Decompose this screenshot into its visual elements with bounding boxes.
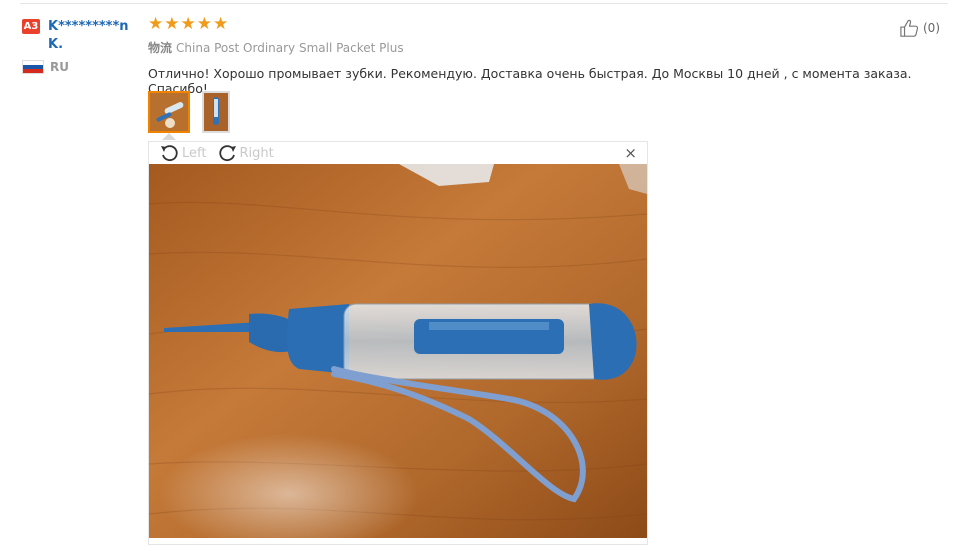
star-icon: ★ <box>180 14 196 34</box>
shipping-info: 物流 China Post Ordinary Small Packet Plus <box>148 39 938 56</box>
review-thumbnail-2[interactable] <box>202 91 230 133</box>
viewer-toolbar: Left Right × <box>149 142 647 164</box>
water-flosser-photo <box>149 164 647 538</box>
shipping-method: China Post Ordinary Small Packet Plus <box>176 41 404 55</box>
thumbnail-photo <box>204 93 228 131</box>
star-rating: ★ ★ ★ ★ ★ <box>148 15 938 33</box>
rotate-right-label: Right <box>239 145 274 161</box>
thumbs-up-icon[interactable] <box>899 18 921 38</box>
rotate-left-button[interactable]: Left <box>159 143 206 163</box>
reviewer-name[interactable]: K*********n K. <box>48 18 138 54</box>
active-thumbnail-pointer <box>162 133 176 140</box>
image-viewer: Left Right × <box>148 141 648 545</box>
rotate-left-label: Left <box>182 145 207 161</box>
rotate-right-icon <box>219 145 237 162</box>
review-image-thumbnails <box>148 91 230 133</box>
star-icon: ★ <box>213 14 229 34</box>
helpful-button[interactable]: (0) <box>899 18 940 38</box>
star-icon: ★ <box>164 14 180 34</box>
star-icon: ★ <box>148 14 164 34</box>
review-text: Отлично! Хорошо промывает зубки. Рекомен… <box>148 66 912 96</box>
rotate-right-button[interactable]: Right <box>216 143 274 163</box>
review-photo <box>149 164 647 538</box>
top-divider <box>20 3 948 4</box>
reviewer-country: RU <box>22 60 142 74</box>
reviewer-level-badge: A3 <box>22 19 40 34</box>
close-icon[interactable]: × <box>624 145 637 161</box>
review-body: ★ ★ ★ ★ ★ 物流 China Post Ordinary Small Packet… <box>148 15 938 96</box>
thumbnail-photo <box>150 93 188 131</box>
reviewer-info: A3 K*********n K. RU <box>22 18 142 74</box>
helpful-count: (0) <box>923 21 940 35</box>
shipping-prefix: 物流 <box>148 41 173 55</box>
country-code: RU <box>50 60 69 74</box>
star-icon: ★ <box>196 14 212 34</box>
rotate-left-icon <box>161 145 178 162</box>
review-thumbnail-1[interactable] <box>148 91 190 133</box>
russia-flag-icon <box>22 60 44 74</box>
